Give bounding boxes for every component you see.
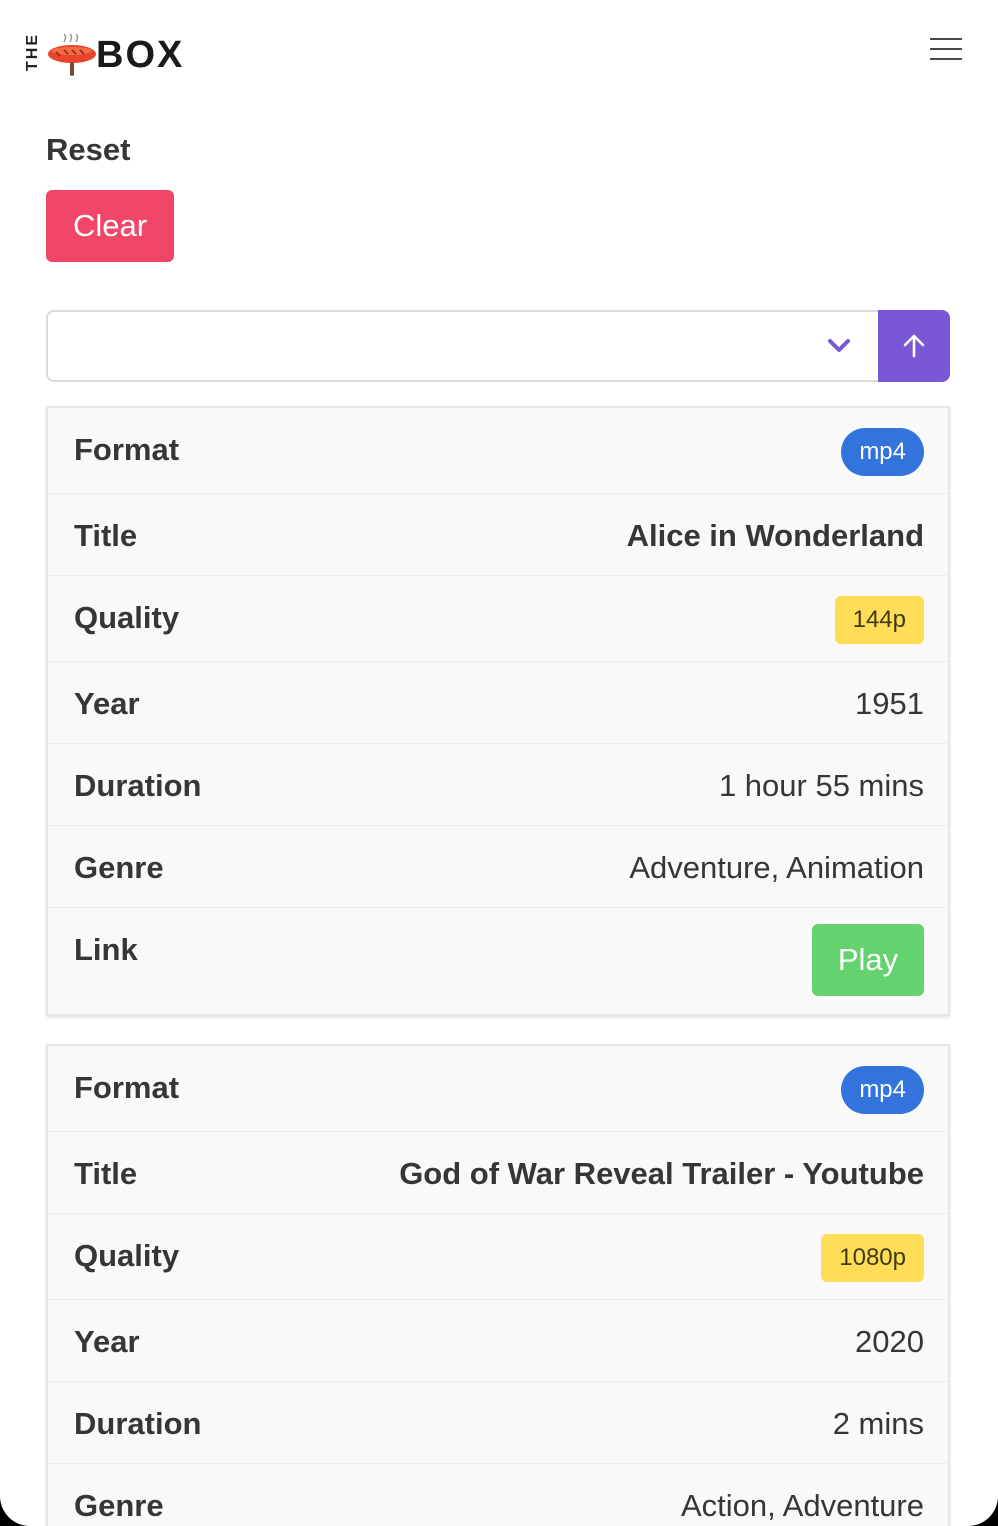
logo-box-text: BOX bbox=[96, 34, 185, 76]
genre-label: Genre bbox=[74, 850, 164, 885]
row-year: Year 1951 bbox=[48, 662, 948, 744]
link-label: Link bbox=[74, 932, 138, 967]
video-card: Format mp4 Title Alice in Wonderland Qua… bbox=[46, 406, 950, 1016]
format-tag: mp4 bbox=[841, 428, 924, 476]
row-title: Title God of War Reveal Trailer - Youtub… bbox=[48, 1132, 948, 1214]
quality-tag: 144p bbox=[834, 596, 924, 644]
title-value: Alice in Wonderland bbox=[626, 518, 924, 553]
row-title: Title Alice in Wonderland bbox=[48, 494, 948, 576]
menu-line bbox=[930, 38, 962, 40]
year-label: Year bbox=[74, 686, 140, 721]
arrow-up-icon bbox=[903, 334, 925, 358]
hamburger-menu-icon[interactable] bbox=[926, 34, 966, 66]
clear-button[interactable]: Clear bbox=[46, 190, 174, 262]
row-quality: Quality 144p bbox=[48, 576, 948, 662]
format-label: Format bbox=[74, 1070, 180, 1105]
title-label: Title bbox=[74, 518, 138, 553]
play-button[interactable]: Play bbox=[812, 924, 924, 996]
sort-select[interactable] bbox=[46, 310, 879, 382]
quality-tag: 1080p bbox=[821, 1234, 924, 1282]
menu-line bbox=[930, 58, 962, 60]
brand-logo[interactable]: THE BOX bbox=[24, 30, 194, 80]
row-genre: Genre Action, Adventure bbox=[48, 1464, 948, 1526]
duration-label: Duration bbox=[74, 768, 202, 803]
chevron-down-icon bbox=[828, 339, 850, 352]
row-format: Format mp4 bbox=[48, 408, 948, 494]
format-label: Format bbox=[74, 432, 180, 467]
duration-label: Duration bbox=[74, 1406, 202, 1441]
quality-label: Quality bbox=[74, 1238, 180, 1273]
genre-value: Action, Adventure bbox=[681, 1488, 924, 1523]
title-value: God of War Reveal Trailer - Youtube bbox=[399, 1156, 924, 1191]
row-year: Year 2020 bbox=[48, 1300, 948, 1382]
title-label: Title bbox=[74, 1156, 138, 1191]
reset-label: Reset bbox=[46, 132, 131, 167]
navbar: THE BOX bbox=[0, 0, 998, 110]
logo-the-text: THE bbox=[24, 33, 41, 71]
menu-line bbox=[930, 48, 962, 50]
row-genre: Genre Adventure, Animation bbox=[48, 826, 948, 908]
format-tag: mp4 bbox=[841, 1066, 924, 1114]
video-card: Format mp4 Title God of War Reveal Trail… bbox=[46, 1044, 950, 1526]
row-quality: Quality 1080p bbox=[48, 1214, 948, 1300]
row-duration: Duration 2 mins bbox=[48, 1382, 948, 1464]
year-label: Year bbox=[74, 1324, 140, 1359]
row-format: Format mp4 bbox=[48, 1046, 948, 1132]
sort-direction-button[interactable] bbox=[878, 310, 950, 382]
duration-value: 1 hour 55 mins bbox=[718, 768, 924, 803]
app-screen: THE BOX Reset Clear Format mp4 Title Ali… bbox=[0, 0, 998, 1526]
duration-value: 2 mins bbox=[832, 1406, 924, 1441]
genre-label: Genre bbox=[74, 1488, 164, 1523]
row-duration: Duration 1 hour 55 mins bbox=[48, 744, 948, 826]
quality-label: Quality bbox=[74, 600, 180, 635]
genre-value: Adventure, Animation bbox=[629, 850, 924, 885]
year-value: 2020 bbox=[855, 1324, 924, 1359]
row-link: Link Play bbox=[48, 908, 948, 1014]
year-value: 1951 bbox=[855, 686, 924, 721]
